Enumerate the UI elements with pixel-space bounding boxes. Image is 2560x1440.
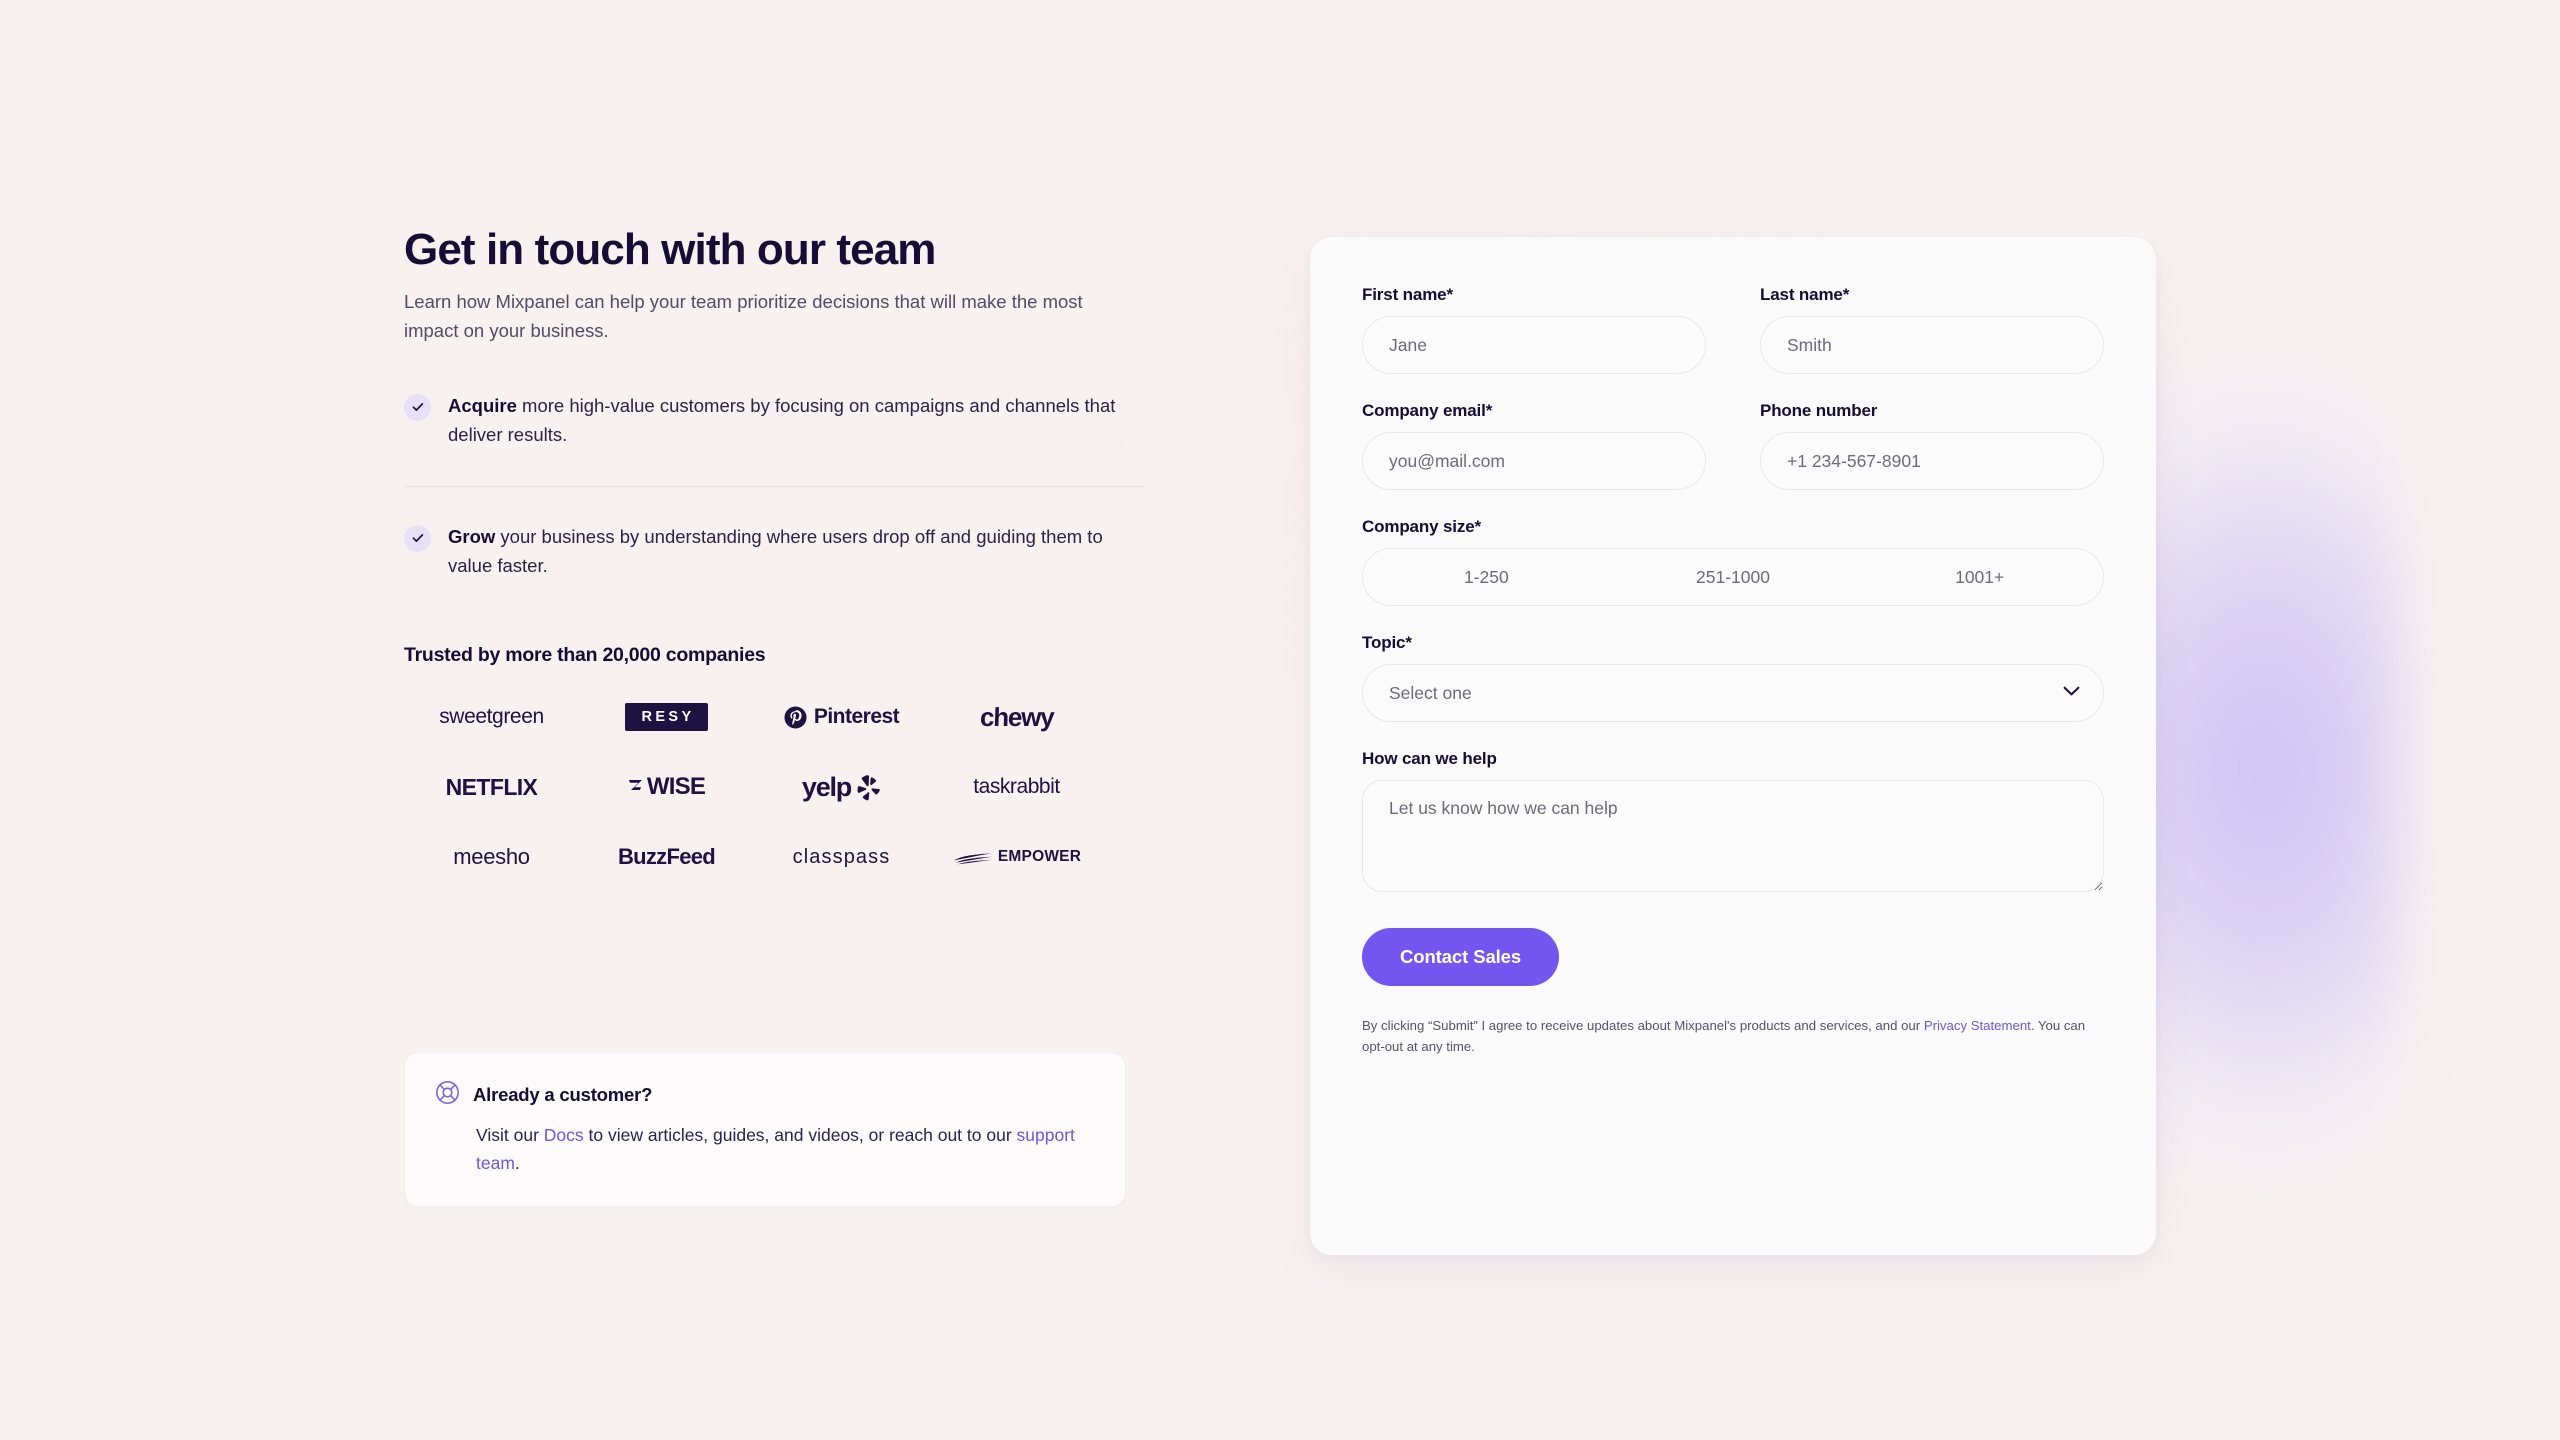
customer-logo-grid: sweetgreen RESY Pinterest chewy NETFLIX … bbox=[404, 693, 1104, 881]
trusted-by-section: Trusted by more than 20,000 companies sw… bbox=[404, 644, 1144, 881]
logo-resy: RESY bbox=[579, 693, 754, 741]
company-email-field-group: Company email* bbox=[1362, 401, 1706, 490]
contact-row: Company email* Phone number bbox=[1362, 401, 2104, 490]
customer-body-pre: Visit our bbox=[476, 1125, 544, 1145]
topic-select-wrapper: Select one bbox=[1362, 664, 2104, 722]
benefit-text: Grow your business by understanding wher… bbox=[448, 523, 1144, 581]
docs-link[interactable]: Docs bbox=[544, 1125, 584, 1145]
last-name-field-group: Last name* bbox=[1760, 285, 2104, 374]
phone-number-input[interactable] bbox=[1760, 432, 2104, 490]
logo-yelp-wordmark: yelp bbox=[801, 771, 852, 802]
logo-classpass-wordmark: classpass bbox=[792, 845, 891, 868]
company-size-option-small[interactable]: 1-250 bbox=[1363, 549, 1610, 605]
logo-empower-wordmark: EMPOWER bbox=[997, 848, 1082, 866]
logo-wise-lockup: WISE bbox=[628, 773, 706, 801]
first-name-label: First name* bbox=[1362, 285, 1453, 304]
logo-buzzfeed-wordmark: BuzzFeed bbox=[617, 844, 716, 870]
company-email-label: Company email* bbox=[1362, 401, 1493, 420]
logo-wise-wordmark: WISE bbox=[646, 773, 706, 801]
empower-waves-icon bbox=[953, 853, 992, 865]
wise-mark-icon bbox=[628, 779, 642, 790]
contact-sales-form: First name* Last name* Company email* Ph… bbox=[1310, 237, 2156, 1255]
logo-pinterest: Pinterest bbox=[754, 693, 929, 741]
logo-taskrabbit-wordmark: taskrabbit bbox=[973, 775, 1060, 799]
benefit-rest: your business by understanding where use… bbox=[448, 525, 1103, 576]
logo-chewy: chewy bbox=[929, 693, 1104, 741]
logo-pinterest-lockup: Pinterest bbox=[784, 705, 900, 729]
first-name-input[interactable] bbox=[1362, 316, 1706, 374]
legal-disclaimer: By clicking “Submit” I agree to receive … bbox=[1362, 1015, 2092, 1058]
contact-page: Get in touch with our team Learn how Mix… bbox=[0, 0, 2560, 1440]
logo-meesho-wordmark: meesho bbox=[453, 844, 530, 870]
logo-wise: WISE bbox=[579, 763, 754, 811]
company-size-option-medium[interactable]: 251-1000 bbox=[1610, 549, 1857, 605]
check-icon bbox=[404, 393, 431, 421]
customer-body-mid: to view articles, guides, and videos, or… bbox=[583, 1125, 1017, 1145]
company-size-segmented-control[interactable]: 1-250 251-1000 1001+ bbox=[1362, 548, 2104, 606]
logo-yelp: yelp bbox=[754, 763, 929, 811]
topic-field-group: Topic* Select one bbox=[1362, 633, 2104, 722]
logo-empower: EMPOWER bbox=[929, 833, 1104, 881]
first-name-field-group: First name* bbox=[1362, 285, 1706, 374]
logo-classpass: classpass bbox=[754, 833, 929, 881]
logo-netflix-wordmark: NETFLIX bbox=[445, 773, 538, 800]
hero-column: Get in touch with our team Learn how Mix… bbox=[404, 225, 1144, 881]
already-a-customer-body: Visit our Docs to view articles, guides,… bbox=[476, 1122, 1095, 1177]
lifebuoy-icon bbox=[435, 1080, 460, 1110]
name-row: First name* Last name* bbox=[1362, 285, 2104, 374]
already-a-customer-header: Already a customer? bbox=[435, 1080, 1095, 1110]
topic-select[interactable]: Select one bbox=[1362, 664, 2104, 722]
logo-chewy-wordmark: chewy bbox=[979, 701, 1054, 732]
message-field-group: How can we help bbox=[1362, 749, 2104, 897]
already-a-customer-title: Already a customer? bbox=[473, 1084, 653, 1105]
logo-netflix: NETFLIX bbox=[404, 763, 579, 811]
yelp-burst-icon bbox=[857, 775, 880, 801]
benefit-lead-word: Acquire bbox=[448, 394, 517, 416]
benefits-list: Acquire more high-value customers by foc… bbox=[404, 388, 1144, 580]
last-name-input[interactable] bbox=[1760, 316, 2104, 374]
last-name-label: Last name* bbox=[1760, 285, 1850, 304]
contact-sales-button[interactable]: Contact Sales bbox=[1362, 928, 1560, 986]
logo-empower-lockup: EMPOWER bbox=[952, 848, 1081, 866]
logo-buzzfeed: BuzzFeed bbox=[579, 833, 754, 881]
pinterest-mark-icon bbox=[784, 706, 807, 729]
check-icon bbox=[404, 524, 431, 552]
phone-number-label: Phone number bbox=[1760, 401, 1878, 420]
already-a-customer-card: Already a customer? Visit our Docs to vi… bbox=[404, 1052, 1126, 1208]
topic-label: Topic* bbox=[1362, 633, 1412, 652]
benefit-item-acquire: Acquire more high-value customers by foc… bbox=[404, 388, 1144, 450]
company-size-label: Company size* bbox=[1362, 517, 1481, 536]
logo-meesho: meesho bbox=[404, 833, 579, 881]
company-size-field-group: Company size* 1-250 251-1000 1001+ bbox=[1362, 517, 2104, 606]
page-subtitle: Learn how Mixpanel can help your team pr… bbox=[404, 291, 1083, 342]
phone-field-group: Phone number bbox=[1760, 401, 2104, 490]
logo-yelp-lockup: yelp bbox=[802, 772, 881, 803]
message-label: How can we help bbox=[1362, 749, 1497, 768]
company-email-input[interactable] bbox=[1362, 432, 1706, 490]
legal-pre: By clicking “Submit” I agree to receive … bbox=[1362, 1018, 1924, 1033]
logo-sweetgreen: sweetgreen bbox=[404, 693, 579, 741]
benefit-text: Acquire more high-value customers by foc… bbox=[448, 392, 1144, 450]
privacy-statement-link[interactable]: Privacy Statement bbox=[1924, 1018, 2031, 1033]
message-textarea[interactable] bbox=[1362, 780, 2104, 892]
benefit-lead-word: Grow bbox=[448, 525, 496, 547]
benefit-rest: more high-value customers by focusing on… bbox=[448, 394, 1116, 445]
benefit-item-grow: Grow your business by understanding wher… bbox=[404, 485, 1144, 581]
logo-resy-wordmark: RESY bbox=[625, 703, 708, 732]
trusted-by-title: Trusted by more than 20,000 companies bbox=[404, 644, 766, 667]
logo-pinterest-wordmark: Pinterest bbox=[813, 705, 900, 729]
page-title: Get in touch with our team bbox=[404, 225, 936, 274]
logo-taskrabbit: taskrabbit bbox=[929, 763, 1104, 811]
logo-sweetgreen-wordmark: sweetgreen bbox=[439, 705, 544, 729]
customer-body-end: . bbox=[514, 1152, 520, 1173]
company-size-option-large[interactable]: 1001+ bbox=[1856, 549, 2103, 605]
